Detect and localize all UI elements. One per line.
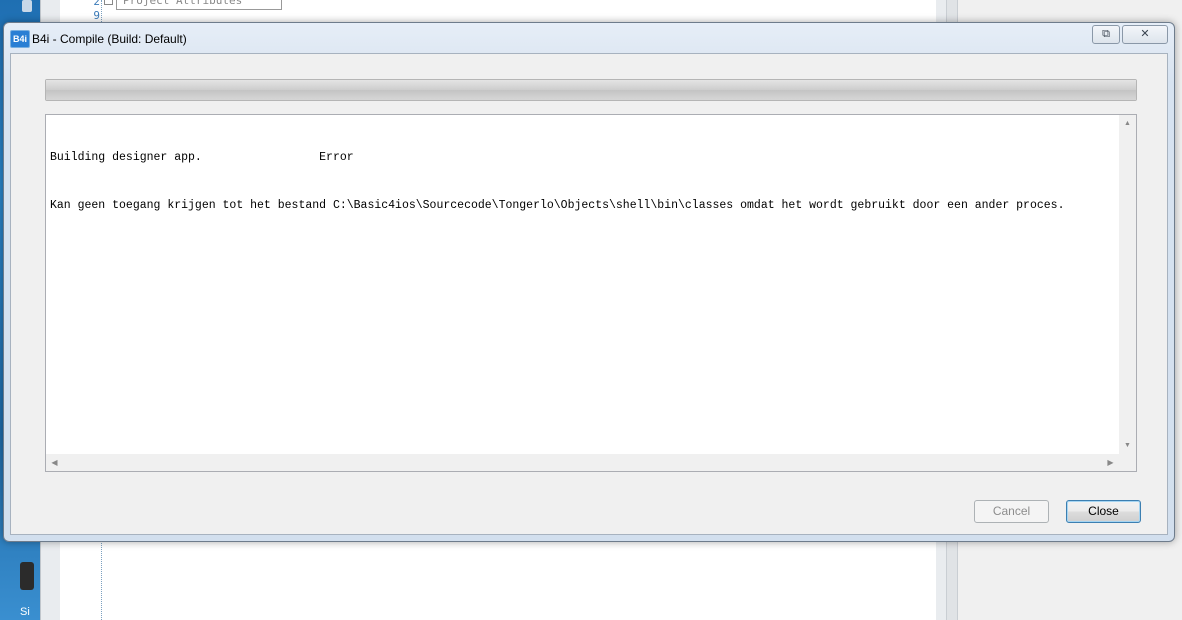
restore-window-button[interactable]: ⧉ xyxy=(1092,25,1120,44)
scroll-corner xyxy=(1119,454,1136,471)
line-number: 9 xyxy=(93,9,100,22)
close-button[interactable]: Close xyxy=(1066,500,1141,523)
log-line: Kan geen toegang krijgen tot het bestand… xyxy=(50,199,1065,212)
scroll-up-icon[interactable]: ▲ xyxy=(1119,115,1136,132)
scroll-left-icon[interactable]: ◀ xyxy=(46,454,63,471)
fold-toggle-icon[interactable] xyxy=(104,0,113,5)
taskbar-app-icon[interactable] xyxy=(22,0,32,12)
b4i-app-icon: B4i xyxy=(10,30,30,48)
dialog-titlebar[interactable]: B4i B4i - Compile (Build: Default) ⧉ ✕ xyxy=(4,23,1174,53)
close-window-button[interactable]: ✕ xyxy=(1122,25,1168,44)
compile-progress-bar xyxy=(45,79,1137,101)
compile-dialog: B4i B4i - Compile (Build: Default) ⧉ ✕ B… xyxy=(3,22,1175,542)
region-label: Project Attributes xyxy=(116,0,282,10)
log-text: Building designer app. Error Kan geen to… xyxy=(50,118,1116,453)
line-number: 2 xyxy=(93,0,100,8)
horizontal-scrollbar[interactable]: ◀ ▶ xyxy=(46,454,1119,471)
taskbar-app-icon[interactable] xyxy=(20,562,34,590)
log-line: Building designer app. Error xyxy=(50,151,354,164)
vertical-scrollbar[interactable]: ▲ ▼ xyxy=(1119,115,1136,454)
close-icon: ✕ xyxy=(1140,28,1150,40)
dialog-body: Building designer app. Error Kan geen to… xyxy=(10,53,1168,535)
compile-log[interactable]: Building designer app. Error Kan geen to… xyxy=(45,114,1137,472)
dialog-title: B4i - Compile (Build: Default) xyxy=(32,32,187,46)
progress-fill xyxy=(46,80,1136,100)
restore-icon: ⧉ xyxy=(1102,28,1110,40)
cancel-button[interactable]: Cancel xyxy=(974,500,1049,523)
taskbar-label: Si xyxy=(20,606,30,618)
scroll-right-icon[interactable]: ▶ xyxy=(1102,454,1119,471)
scroll-down-icon[interactable]: ▼ xyxy=(1119,437,1136,454)
